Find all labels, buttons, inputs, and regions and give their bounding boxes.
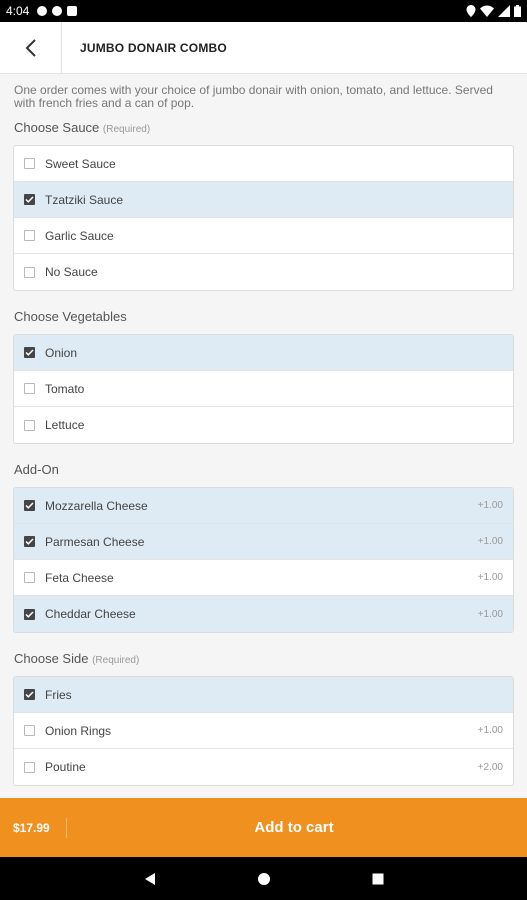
required-label: (Required) (102, 124, 151, 135)
option-price: +1.00 (477, 572, 503, 583)
option-group: Sweet Sauce Tzatziki Sauce Garlic Sauce No … (13, 145, 514, 291)
section-title: Choose Sauce (Required) (14, 120, 514, 135)
checkbox-checked-icon[interactable] (24, 194, 35, 205)
status-bar: 4:04 (0, 0, 527, 22)
option-label: Tzatziki Sauce (45, 192, 124, 207)
checkbox-unchecked-icon[interactable] (24, 266, 35, 278)
home-circle-icon[interactable] (257, 872, 271, 886)
app-notification-icon (37, 6, 48, 16)
option-price: +1.00 (477, 500, 503, 511)
option-row[interactable]: Lettuce (14, 407, 513, 443)
option-label: Onion Rings (45, 723, 112, 738)
option-label: Garlic Sauce (45, 228, 114, 243)
system-nav-bar (0, 857, 527, 900)
section-title-text: Choose Side (14, 651, 89, 666)
status-time: 4:04 (6, 4, 30, 18)
option-label: No Sauce (45, 265, 98, 279)
option-row[interactable]: Onion (14, 335, 513, 371)
add-to-cart-button[interactable]: Add to cart (67, 819, 527, 836)
option-price: +1.00 (477, 536, 503, 547)
section-title: Add-On (14, 462, 514, 477)
wifi-icon (480, 5, 494, 17)
cart-footer: $17.99 Add to cart (0, 798, 527, 857)
option-label: Onion (45, 345, 78, 360)
section-title: Choose Side (Required) (14, 651, 514, 666)
option-row[interactable]: Tomato (14, 371, 513, 407)
options-list[interactable]: One order comes with your choice of jumb… (0, 84, 527, 798)
checkbox-unchecked-icon[interactable] (24, 725, 35, 736)
section-title-text: Choose Sauce (14, 120, 100, 135)
option-row[interactable]: Onion Rings +1.00 (14, 713, 513, 749)
checkbox-unchecked-icon[interactable] (24, 230, 35, 241)
checkbox-checked-icon[interactable] (24, 689, 35, 700)
option-row[interactable]: Parmesan Cheese +1.00 (14, 524, 513, 560)
option-label: Sweet Sauce (45, 156, 116, 171)
recents-square-icon[interactable] (371, 872, 385, 886)
option-group: Mozzarella Cheese +1.00 Parmesan Cheese +1.… (13, 487, 514, 633)
checkbox-checked-icon[interactable] (24, 536, 35, 547)
location-icon (466, 5, 476, 17)
back-triangle-icon[interactable] (143, 872, 157, 886)
checkbox-unchecked-icon[interactable] (24, 158, 35, 169)
sim-icon (67, 6, 78, 16)
option-row[interactable]: Cheddar Cheese +1.00 (14, 596, 513, 632)
section-title: Choose Vegetables (14, 309, 514, 324)
page-title: JUMBO DONAIR COMBO (80, 40, 227, 55)
option-label: Cheddar Cheese (45, 607, 136, 621)
checkbox-checked-icon[interactable] (24, 608, 35, 620)
checkbox-unchecked-icon[interactable] (24, 761, 35, 773)
back-button[interactable] (0, 21, 62, 74)
option-label: Parmesan Cheese (45, 534, 145, 549)
total-price: $17.99 (0, 817, 67, 838)
option-row[interactable]: No Sauce (14, 254, 513, 290)
option-label: Mozzarella Cheese (45, 498, 148, 513)
checkbox-unchecked-icon[interactable] (24, 572, 35, 583)
required-label: (Required) (92, 655, 140, 666)
option-price: +1.00 (477, 608, 503, 620)
option-row[interactable]: Garlic Sauce (14, 218, 513, 254)
option-price: +2.00 (477, 761, 503, 773)
app-notification-icon (52, 6, 63, 16)
item-description: One order comes with your choice of jumb… (14, 84, 493, 110)
option-row[interactable]: Sweet Sauce (14, 146, 513, 182)
checkbox-unchecked-icon[interactable] (24, 383, 35, 394)
option-label: Poutine (45, 760, 86, 774)
back-arrow-icon (25, 38, 36, 57)
checkbox-checked-icon[interactable] (24, 500, 35, 511)
option-label: Lettuce (45, 418, 85, 432)
battery-icon (514, 5, 521, 17)
option-row[interactable]: Tzatziki Sauce (14, 182, 513, 218)
section-title-text: Choose Vegetables (14, 309, 127, 324)
option-price: +1.00 (477, 725, 503, 736)
option-row[interactable]: Mozzarella Cheese +1.00 (14, 488, 513, 524)
option-group: Onion Tomato Lettuce (13, 334, 514, 444)
option-row[interactable]: Feta Cheese +1.00 (14, 560, 513, 596)
section-title-text: Add-On (14, 462, 59, 477)
checkbox-unchecked-icon[interactable] (24, 419, 35, 431)
app-bar: JUMBO DONAIR COMBO (0, 21, 527, 74)
checkbox-checked-icon[interactable] (24, 347, 35, 358)
option-label: Tomato (45, 381, 85, 396)
option-group: Fries Onion Rings +1.00 Poutine +2.00 (13, 676, 514, 786)
signal-icon (498, 5, 510, 17)
option-label: Fries (45, 687, 72, 702)
option-row[interactable]: Poutine +2.00 (14, 749, 513, 785)
option-label: Feta Cheese (45, 570, 114, 585)
option-row[interactable]: Fries (14, 677, 513, 713)
